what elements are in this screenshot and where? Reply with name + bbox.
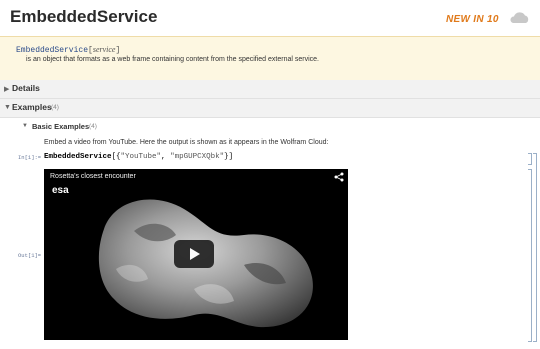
triangle-down-icon[interactable]: ▼ bbox=[22, 123, 28, 129]
triangle-right-icon[interactable]: ▶ bbox=[4, 85, 9, 93]
output-cell-bracket[interactable] bbox=[528, 169, 532, 342]
play-triangle bbox=[190, 248, 200, 260]
share-icon[interactable] bbox=[334, 172, 344, 182]
usage-box: EmbeddedService[service] is an object th… bbox=[0, 36, 540, 81]
usage-signature: EmbeddedService[service] bbox=[16, 45, 120, 55]
code-close: }] bbox=[224, 153, 234, 161]
input-code[interactable]: EmbeddedService[{"YouTube", "mpGUPCXQbk"… bbox=[44, 153, 233, 161]
section-examples-label[interactable]: Examples bbox=[12, 102, 52, 112]
play-button-icon[interactable] bbox=[174, 240, 214, 268]
code-arg1: "YouTube" bbox=[120, 153, 162, 161]
usage-function-name[interactable]: EmbeddedService bbox=[16, 46, 88, 55]
section-examples[interactable]: ▼ Examples (4) bbox=[0, 99, 540, 118]
code-open: [{ bbox=[111, 153, 121, 161]
output-label: Out[1]= bbox=[18, 252, 42, 259]
input-label: In[1]:= bbox=[18, 154, 42, 161]
usage-bracket-close: ] bbox=[115, 46, 121, 55]
example-description: Embed a video from YouTube. Here the out… bbox=[44, 139, 329, 146]
triangle-down-icon[interactable]: ▼ bbox=[4, 104, 11, 111]
video-player[interactable]: Rosetta's closest encounter esa bbox=[44, 169, 348, 340]
usage-description: is an object that formats as a web frame… bbox=[26, 56, 319, 63]
code-function: EmbeddedService bbox=[44, 153, 112, 161]
subsection-basic-examples-label[interactable]: Basic Examples bbox=[32, 122, 89, 131]
code-arg2: "mpGUPCXQbk" bbox=[170, 153, 225, 161]
esa-logo: esa bbox=[52, 185, 69, 196]
input-cell-bracket[interactable] bbox=[528, 153, 532, 165]
usage-argument: service bbox=[92, 45, 116, 54]
page-title: EmbeddedService bbox=[10, 7, 158, 26]
page-header: EmbeddedService NEW IN 10 bbox=[0, 0, 540, 36]
code-separator: , bbox=[161, 153, 171, 161]
cloud-icon[interactable] bbox=[508, 12, 530, 24]
group-cell-bracket[interactable] bbox=[533, 153, 537, 342]
section-details-label[interactable]: Details bbox=[12, 83, 40, 93]
section-examples-count: (4) bbox=[51, 104, 59, 111]
video-title[interactable]: Rosetta's closest encounter bbox=[50, 173, 136, 180]
new-in-badge: NEW IN 10 bbox=[446, 14, 499, 25]
section-details[interactable]: ▶ Details bbox=[0, 80, 540, 99]
subsection-basic-examples-count: (4) bbox=[89, 123, 97, 130]
